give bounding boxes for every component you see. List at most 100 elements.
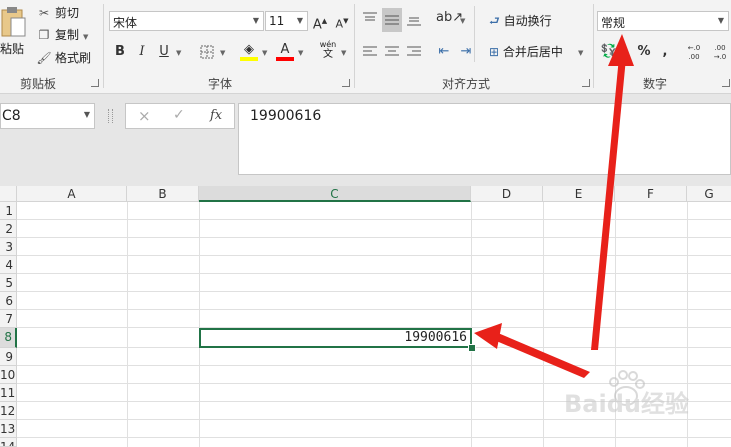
row-header-7[interactable]: 7 — [0, 310, 17, 328]
decrease-indent-button[interactable]: ⇤ — [434, 42, 454, 62]
copy-button[interactable]: ❐ 复制 ▼ — [36, 26, 89, 44]
decrease-decimal-icon: .00 →.0 — [713, 44, 727, 61]
decrease-indent-icon: ⇤ — [438, 44, 450, 59]
font-name-value: 宋体 — [113, 16, 138, 30]
format-painter-button[interactable]: 🖌 格式刷 — [36, 49, 91, 67]
select-all-corner[interactable] — [0, 186, 17, 202]
chevron-down-icon[interactable]: ▼ — [298, 49, 303, 57]
grow-font-button[interactable]: A▲ — [311, 11, 329, 32]
chevron-down-icon[interactable]: ▼ — [578, 49, 583, 57]
ribbon: 粘贴 ✂ 剪切 ❐ 复制 ▼ 🖌 格式刷 剪贴板 宋体 ▼ 11 ▼ A▲ A▼ B I… — [0, 0, 731, 94]
insert-function-icon[interactable]: fx — [210, 108, 222, 123]
row-header-14[interactable]: 14 — [0, 438, 17, 447]
cut-button[interactable]: ✂ 剪切 — [36, 4, 79, 22]
name-box-value: C8 — [2, 108, 21, 124]
baidu-watermark: Baidu经验 — [564, 368, 694, 418]
increase-indent-button[interactable]: ⇥ — [456, 42, 476, 62]
watermark-text: Baidu经验 — [564, 390, 689, 418]
column-header-c[interactable]: C — [199, 186, 471, 202]
middle-align-button[interactable] — [382, 8, 402, 32]
column-header-b[interactable]: B — [127, 186, 199, 202]
underline-button[interactable]: U — [156, 42, 172, 62]
active-cell-c8[interactable]: 19900616 — [199, 328, 472, 348]
chevron-down-icon[interactable]: ▼ — [460, 17, 465, 25]
increase-decimal-button[interactable]: ←.0 .00 — [683, 42, 705, 64]
chevron-down-icon[interactable]: ▼ — [262, 49, 267, 57]
formula-value: 19900616 — [250, 108, 322, 124]
shrink-font-icon: A — [335, 17, 344, 31]
merge-center-button[interactable]: ⊞ 合并后居中 — [489, 42, 563, 62]
border-icon — [200, 45, 214, 59]
row-header-13[interactable]: 13 — [0, 420, 17, 438]
shrink-font-button[interactable]: A▼ — [333, 11, 351, 31]
number-format-select[interactable]: 常规 ▼ — [597, 11, 729, 31]
comma-button[interactable]: , — [657, 42, 673, 62]
column-header-f[interactable]: F — [615, 186, 687, 202]
merge-center-label: 合并后居中 — [502, 45, 563, 59]
column-header-e[interactable]: E — [543, 186, 615, 202]
phonetic-char: 文 — [323, 49, 333, 60]
gridline — [17, 291, 731, 292]
paste-button-label[interactable]: 粘贴 — [0, 40, 24, 57]
row-header-9[interactable]: 9 — [0, 348, 17, 366]
bold-button[interactable]: B — [112, 42, 128, 62]
phonetic-button[interactable]: wén 文 — [318, 40, 338, 62]
orientation-button[interactable]: ab↗ — [436, 8, 463, 28]
row-header-5[interactable]: 5 — [0, 274, 17, 292]
enter-icon[interactable]: ✓ — [173, 107, 185, 123]
chevron-down-icon[interactable]: ▼ — [341, 49, 346, 57]
column-header-g[interactable]: G — [687, 186, 731, 202]
decrease-decimal-button[interactable]: .00 →.0 — [709, 42, 731, 64]
accounting-format-button[interactable]: 💱 — [599, 42, 619, 62]
alignment-launcher-icon[interactable] — [582, 79, 590, 87]
paste-icon[interactable] — [0, 4, 26, 38]
divider — [593, 4, 594, 88]
align-center-button[interactable] — [382, 42, 402, 62]
align-right-button[interactable] — [404, 42, 424, 62]
gridline — [17, 219, 731, 220]
chevron-down-icon[interactable]: ▼ — [620, 49, 625, 57]
top-align-button[interactable] — [360, 8, 380, 28]
increase-indent-icon: ⇥ — [460, 44, 472, 59]
column-header-d[interactable]: D — [471, 186, 543, 202]
font-name-select[interactable]: 宋体 ▼ — [109, 11, 264, 31]
row-header-8[interactable]: 8 — [0, 328, 17, 348]
font-size-select[interactable]: 11 ▼ — [265, 11, 308, 31]
resize-grip-icon[interactable] — [108, 109, 113, 123]
wrap-text-button[interactable]: ⮐ 自动换行 — [489, 11, 552, 31]
bottom-align-button[interactable] — [404, 8, 424, 28]
name-box[interactable]: C8 ▼ — [0, 103, 95, 129]
chevron-down-icon: ▼ — [296, 16, 304, 25]
align-left-button[interactable] — [360, 42, 380, 62]
percent-button[interactable]: % — [635, 42, 653, 62]
wrap-text-label: 自动换行 — [503, 14, 552, 28]
column-header-a[interactable]: A — [17, 186, 127, 202]
chevron-down-icon[interactable]: ▼ — [84, 110, 90, 119]
gridline — [17, 255, 731, 256]
italic-button[interactable]: I — [134, 42, 150, 62]
fill-handle[interactable] — [468, 344, 476, 352]
gridline — [17, 365, 731, 366]
number-launcher-icon[interactable] — [722, 79, 730, 87]
row-header-10[interactable]: 10 — [0, 366, 17, 384]
row-header-6[interactable]: 6 — [0, 292, 17, 310]
paintbrush-icon: 🖌 — [36, 51, 52, 65]
row-header-12[interactable]: 12 — [0, 402, 17, 420]
row-header-3[interactable]: 3 — [0, 238, 17, 256]
font-color-icon: A — [280, 42, 290, 57]
chevron-down-icon[interactable]: ▼ — [220, 49, 225, 57]
align-center-icon — [385, 46, 399, 56]
border-button[interactable] — [198, 42, 216, 62]
chevron-down-icon[interactable]: ▼ — [176, 49, 181, 57]
formula-input[interactable]: 19900616 — [238, 103, 731, 175]
row-header-2[interactable]: 2 — [0, 220, 17, 238]
cancel-icon[interactable]: × — [138, 107, 151, 125]
row-header-11[interactable]: 11 — [0, 384, 17, 402]
clipboard-launcher-icon[interactable] — [91, 79, 99, 87]
row-header-1[interactable]: 1 — [0, 202, 17, 220]
cut-label: 剪切 — [55, 6, 80, 20]
gridline — [127, 202, 128, 447]
font-launcher-icon[interactable] — [342, 79, 350, 87]
row-header-4[interactable]: 4 — [0, 256, 17, 274]
align-right-icon — [407, 46, 421, 56]
